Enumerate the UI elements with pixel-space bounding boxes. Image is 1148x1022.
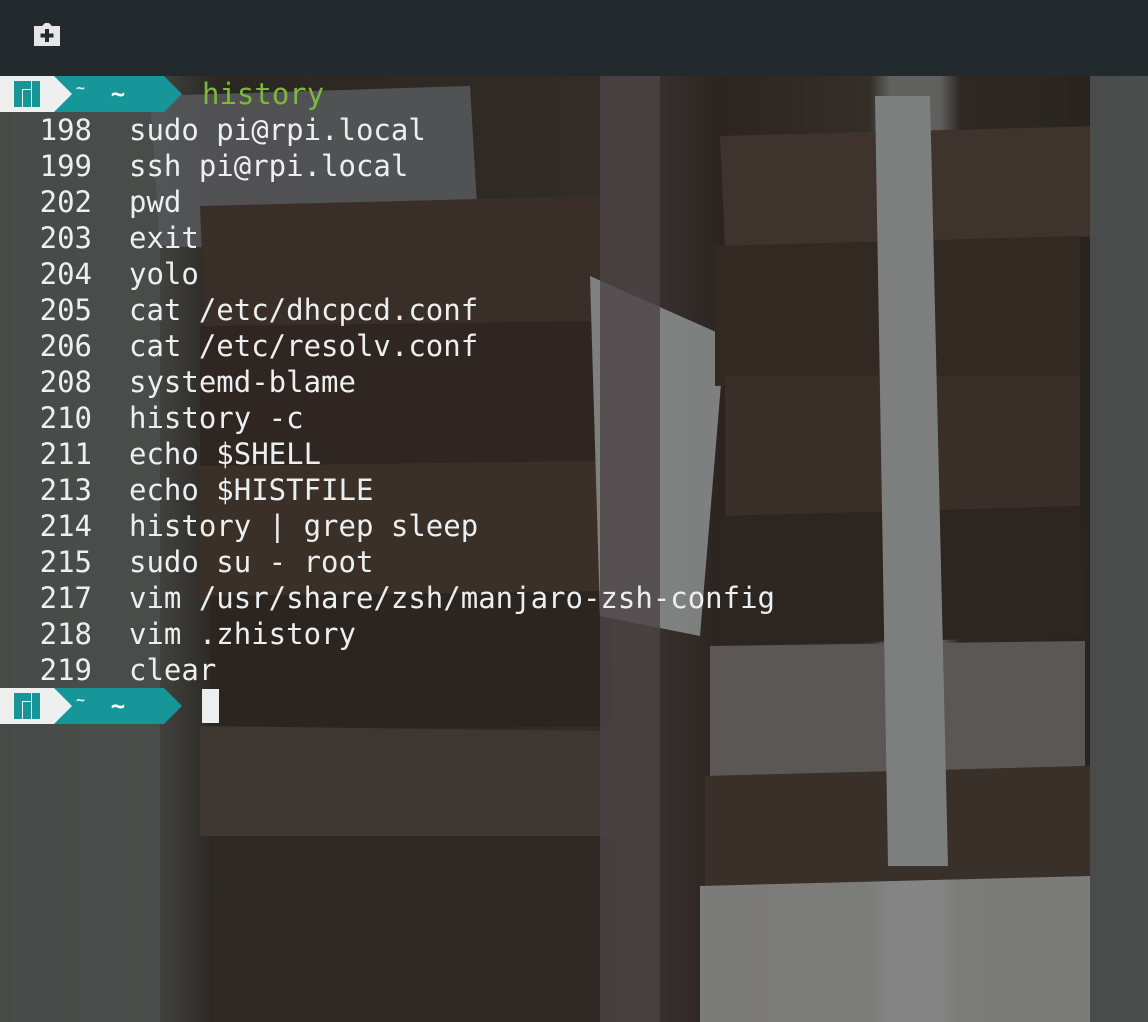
history-number: 206 (39, 329, 92, 363)
prompt-directory: ~ (110, 80, 126, 108)
prompt-logo-segment (0, 688, 54, 724)
history-line: 206 cat /etc/resolv.conf (0, 328, 1148, 364)
new-tab-icon (34, 23, 60, 46)
history-line: 198 sudo pi@rpi.local (0, 112, 1148, 148)
history-number: 217 (39, 581, 92, 615)
history-number: 208 (39, 365, 92, 399)
manjaro-logo-icon (14, 81, 40, 107)
prompt-separator (164, 688, 182, 724)
history-line: 202 pwd (0, 184, 1148, 220)
history-line: 199 ssh pi@rpi.local (0, 148, 1148, 184)
history-command: exit (129, 221, 199, 255)
history-command: cat /etc/dhcpcd.conf (129, 293, 479, 327)
manjaro-logo-icon (14, 693, 40, 719)
history-number: 204 (39, 257, 92, 291)
history-number: 203 (39, 221, 92, 255)
history-line: 214 history | grep sleep (0, 508, 1148, 544)
history-command: yolo (129, 257, 199, 291)
history-number: 213 (39, 473, 92, 507)
prompt-directory-segment: ~ ~ (72, 688, 164, 724)
history-line: 210 history -c (0, 400, 1148, 436)
history-command: history -c (129, 401, 304, 435)
history-line: 204 yolo (0, 256, 1148, 292)
history-command: echo $HISTFILE (129, 473, 374, 507)
history-command: history | grep sleep (129, 509, 479, 543)
terminal-view[interactable]: ~ ~ history 198 sudo pi@rpi.local 199 ssh … (0, 76, 1148, 1022)
history-number: 198 (39, 113, 92, 147)
new-tab-button[interactable] (28, 20, 64, 50)
history-number: 199 (39, 149, 92, 183)
history-command: vim /usr/share/zsh/manjaro-zsh-config (129, 581, 776, 615)
history-line: 205 cat /etc/dhcpcd.conf (0, 292, 1148, 328)
history-command: ssh pi@rpi.local (129, 149, 409, 183)
prompt-directory-segment: ~ ~ (72, 76, 164, 112)
prompt-line-active[interactable]: ~ ~ (0, 688, 1148, 724)
history-line: 208 systemd-blame (0, 364, 1148, 400)
history-line: 213 echo $HISTFILE (0, 472, 1148, 508)
history-line: 211 echo $SHELL (0, 436, 1148, 472)
prompt-separator (54, 688, 72, 724)
history-command: cat /etc/resolv.conf (129, 329, 479, 363)
history-line: 219 clear (0, 652, 1148, 688)
history-number: 218 (39, 617, 92, 651)
prompt-logo-segment (0, 76, 54, 112)
history-command: sudo pi@rpi.local (129, 113, 426, 147)
history-command: clear (129, 653, 217, 687)
history-number: 202 (39, 185, 92, 219)
prompt-small-tilde: ~ (76, 691, 86, 709)
prompt-separator (164, 76, 182, 112)
history-number: 211 (39, 437, 92, 471)
prompt-small-tilde: ~ (76, 79, 86, 97)
history-command: sudo su - root (129, 545, 374, 579)
text-cursor[interactable] (202, 689, 219, 723)
prompt-command: history (202, 77, 325, 111)
history-line: 217 vim /usr/share/zsh/manjaro-zsh-config (0, 580, 1148, 616)
prompt-line: ~ ~ history (0, 76, 1148, 112)
history-line: 218 vim .zhistory (0, 616, 1148, 652)
history-number: 205 (39, 293, 92, 327)
history-command: vim .zhistory (129, 617, 356, 651)
title-bar (0, 0, 1148, 76)
history-command: echo $SHELL (129, 437, 322, 471)
history-number: 214 (39, 509, 92, 543)
history-line: 203 exit (0, 220, 1148, 256)
prompt-separator (54, 76, 72, 112)
terminal-content: ~ ~ history 198 sudo pi@rpi.local 199 ssh … (0, 76, 1148, 724)
history-number: 215 (39, 545, 92, 579)
history-number: 210 (39, 401, 92, 435)
history-command: systemd-blame (129, 365, 356, 399)
prompt-directory: ~ (110, 692, 126, 720)
history-line: 215 sudo su - root (0, 544, 1148, 580)
history-command: pwd (129, 185, 182, 219)
